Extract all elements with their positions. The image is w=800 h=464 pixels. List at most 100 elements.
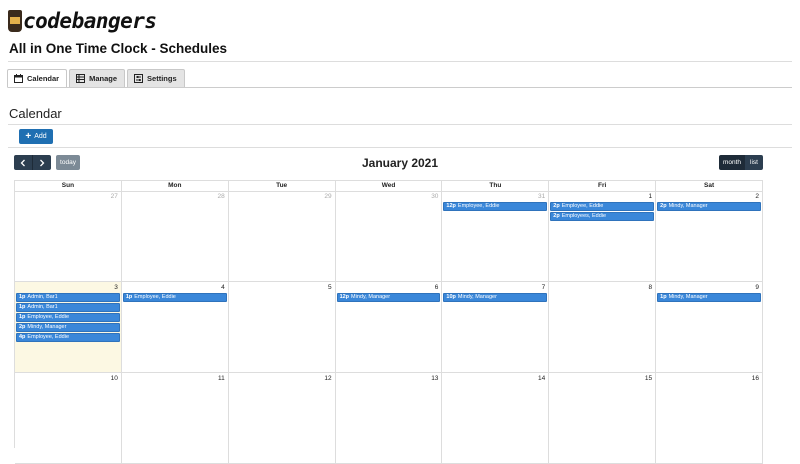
divider bbox=[8, 61, 792, 62]
tab-bar: Calendar Manage Settings bbox=[7, 69, 185, 88]
day-cell[interactable]: 9 1p Mindy, Manager bbox=[656, 282, 763, 373]
settings-icon bbox=[134, 74, 144, 83]
calendar-grid: Sun Mon Tue Wed Thu Fri Sat 27 28 29 30 31 12p Emplo… bbox=[14, 180, 763, 464]
day-cell[interactable]: 15 bbox=[549, 373, 657, 464]
day-cell[interactable]: 31 12p Employee, Eddie bbox=[442, 191, 550, 282]
event-time: 2p bbox=[553, 203, 560, 209]
prev-month-button[interactable] bbox=[14, 155, 33, 170]
day-cell[interactable]: 3 1p Admin, Bar1 1p Admin, Bar1 1p Employee, E… bbox=[15, 282, 122, 373]
divider bbox=[8, 147, 792, 148]
day-cell[interactable]: 29 bbox=[228, 191, 336, 282]
week-row: 27 28 29 30 31 12p Employee, Eddie 1 2p Employee,… bbox=[15, 191, 763, 282]
calendar-icon bbox=[14, 74, 23, 83]
event-list: 12p Mindy, Manager bbox=[336, 293, 441, 303]
page-title: All in One Time Clock - Schedules bbox=[9, 41, 228, 56]
day-cell[interactable]: 13 bbox=[335, 373, 443, 464]
week-row: 10 11 12 13 14 15 16 bbox=[15, 373, 763, 464]
event-title: Mindy, Manager bbox=[668, 203, 708, 209]
calendar-event[interactable]: 1p Employee, Eddie bbox=[122, 293, 227, 302]
add-button-label: Add bbox=[34, 133, 47, 140]
event-title: Employee, Eddie bbox=[561, 203, 604, 209]
calendar-event[interactable]: 2p Mindy, Manager bbox=[657, 202, 761, 211]
day-cell[interactable]: 10 bbox=[15, 373, 122, 464]
event-time: 1p bbox=[19, 294, 26, 300]
event-title: Employee, Eddie bbox=[134, 294, 176, 300]
calendar-event[interactable]: 1p Employee, Eddie bbox=[16, 313, 120, 322]
table-icon bbox=[76, 74, 86, 83]
event-time: 2p bbox=[553, 213, 560, 219]
day-cell[interactable]: 4 1p Employee, Eddie bbox=[121, 282, 229, 373]
calendar-event[interactable]: 12p Employee, Eddie bbox=[443, 202, 548, 211]
day-number: 11 bbox=[217, 375, 225, 382]
tab-label: Manage bbox=[89, 74, 118, 83]
tab-calendar[interactable]: Calendar bbox=[7, 69, 68, 88]
month-nav bbox=[14, 155, 51, 170]
logo-text: codebangers bbox=[23, 9, 157, 33]
day-number: 16 bbox=[751, 375, 759, 382]
chevron-left-icon bbox=[20, 159, 25, 166]
day-cell[interactable]: 28 bbox=[121, 191, 229, 282]
section-title: Calendar bbox=[9, 106, 62, 121]
weekday-header: Sun Mon Tue Wed Thu Fri Sat bbox=[15, 181, 763, 192]
day-cell[interactable]: 5 bbox=[228, 282, 336, 373]
tab-manage[interactable]: Manage bbox=[69, 69, 126, 88]
tab-label: Calendar bbox=[27, 74, 60, 83]
day-cell[interactable]: 16 bbox=[656, 373, 763, 464]
day-number: 27 bbox=[110, 193, 118, 200]
event-title: Mindy, Manager bbox=[27, 324, 67, 330]
day-number: 7 bbox=[541, 284, 546, 291]
calendar-event[interactable]: 2p Mindy, Manager bbox=[16, 323, 120, 332]
day-number: 28 bbox=[217, 193, 225, 200]
day-cell[interactable]: 14 bbox=[442, 373, 550, 464]
day-cell[interactable]: 7 10p Mindy, Manager bbox=[442, 282, 550, 373]
day-number: 2 bbox=[755, 193, 759, 200]
event-time: 1p bbox=[19, 314, 26, 320]
day-cell[interactable]: 12 bbox=[228, 373, 336, 464]
calendar-event[interactable]: 4p Employee, Eddie bbox=[16, 333, 120, 342]
calendar-event[interactable]: 1p Admin, Bar1 bbox=[16, 293, 120, 302]
month-view-button[interactable]: month bbox=[719, 155, 745, 170]
day-cell[interactable]: 27 bbox=[15, 191, 122, 282]
day-cell[interactable]: 6 12p Mindy, Manager bbox=[335, 282, 443, 373]
list-view-button[interactable]: list bbox=[745, 155, 763, 170]
day-number: 10 bbox=[110, 375, 118, 382]
chevron-right-icon bbox=[40, 159, 45, 166]
event-time: 12p bbox=[339, 294, 350, 300]
day-number: 12 bbox=[324, 375, 332, 382]
day-number: 5 bbox=[327, 284, 332, 291]
calendar-event[interactable]: 12p Mindy, Manager bbox=[336, 293, 441, 302]
today-button[interactable]: today bbox=[56, 155, 80, 170]
event-title: Mindy, Manager bbox=[351, 294, 391, 300]
calendar-event[interactable]: 2p Employees, Eddie bbox=[550, 212, 655, 221]
calendar-event[interactable]: 10p Mindy, Manager bbox=[443, 293, 548, 302]
event-time: 2p bbox=[660, 203, 667, 209]
next-month-button[interactable] bbox=[33, 155, 51, 170]
event-time: 10p bbox=[446, 294, 456, 300]
day-number: 1 bbox=[648, 193, 653, 200]
day-cell[interactable]: 2 2p Mindy, Manager bbox=[656, 191, 763, 282]
tab-settings[interactable]: Settings bbox=[127, 69, 185, 88]
event-list: 1p Admin, Bar1 1p Admin, Bar1 1p Employee, Ed… bbox=[16, 293, 120, 343]
event-title: Admin, Bar1 bbox=[27, 304, 58, 310]
day-cell[interactable]: 11 bbox=[121, 373, 229, 464]
event-time: 2p bbox=[19, 324, 26, 330]
day-cell[interactable]: 30 bbox=[335, 191, 443, 282]
calendar-event[interactable]: 1p Mindy, Manager bbox=[657, 293, 761, 302]
day-number: 9 bbox=[755, 284, 759, 291]
day-number: 15 bbox=[644, 375, 653, 382]
event-list: 1p Mindy, Manager bbox=[657, 293, 761, 303]
day-cell[interactable]: 1 2p Employee, Eddie 2p Employees, Eddie bbox=[549, 191, 657, 282]
day-number: 31 bbox=[538, 193, 546, 200]
calendar-event[interactable]: 2p Employee, Eddie bbox=[550, 202, 655, 211]
event-list: 2p Employee, Eddie 2p Employees, Eddie bbox=[550, 202, 655, 222]
codebangers-logo: codebangers bbox=[8, 9, 157, 33]
event-title: Employee, Eddie bbox=[457, 203, 500, 209]
add-button[interactable]: + Add bbox=[19, 129, 53, 144]
day-number: 14 bbox=[538, 375, 546, 382]
view-switcher: month list bbox=[719, 155, 763, 170]
day-number: 29 bbox=[324, 193, 332, 200]
day-cell[interactable]: 8 bbox=[549, 282, 657, 373]
coffee-cup-icon bbox=[8, 10, 22, 32]
calendar-event[interactable]: 1p Admin, Bar1 bbox=[16, 303, 120, 312]
day-number: 6 bbox=[434, 284, 439, 291]
